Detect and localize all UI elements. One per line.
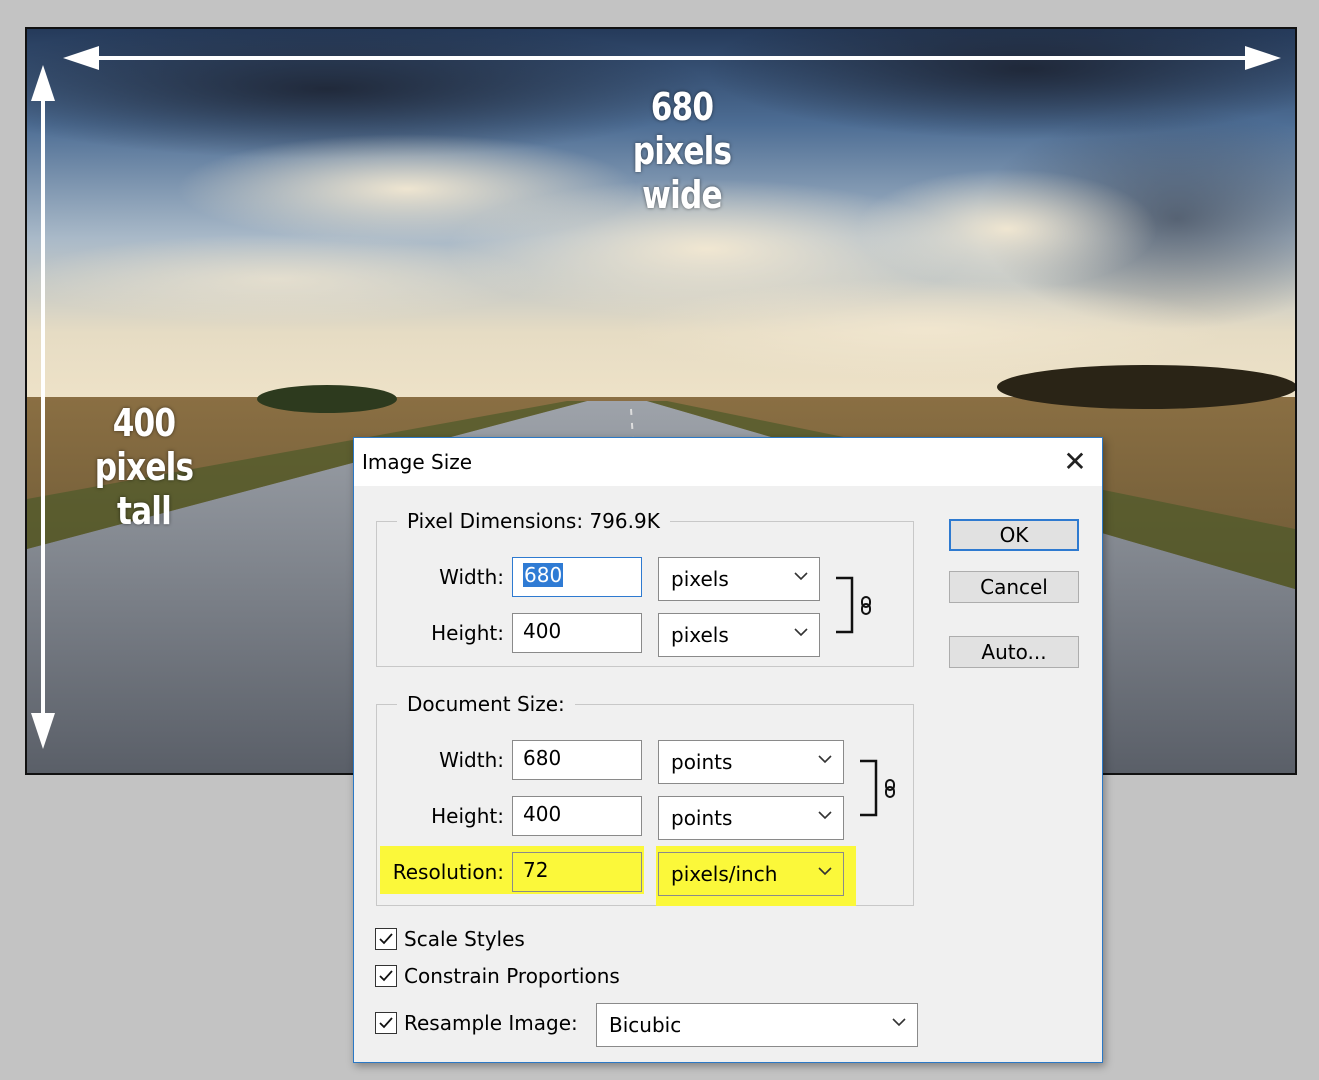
doc-width-unit-select[interactable]: points xyxy=(658,740,844,784)
chevron-down-icon xyxy=(892,1018,906,1027)
constrain-proportions-checkbox[interactable] xyxy=(375,965,397,987)
pixel-width-label: Width: xyxy=(439,565,504,589)
auto-button[interactable]: Auto... xyxy=(949,636,1079,668)
resample-image-label[interactable]: Resample Image: xyxy=(404,1011,578,1035)
pixel-width-unit-value: pixels xyxy=(671,567,729,591)
resample-image-checkbox[interactable] xyxy=(375,1012,397,1034)
width-annotation: 680 pixels wide xyxy=(600,85,764,217)
height-annotation: 400 pixels tall xyxy=(66,401,222,533)
pixel-height-value: 400 xyxy=(523,619,562,643)
width-annotation-line1: 680 pixels xyxy=(632,85,732,173)
checkmark-icon xyxy=(379,970,393,982)
pixel-width-value: 680 xyxy=(523,563,564,587)
resample-method-select[interactable]: Bicubic xyxy=(596,1003,918,1047)
image-size-dialog: Image Size ✕ Pixel Dimensions: 796.9K Wi… xyxy=(353,437,1103,1063)
width-annotation-line2: wide xyxy=(642,173,722,217)
chevron-down-icon xyxy=(818,811,832,820)
resample-method-value: Bicubic xyxy=(609,1013,682,1037)
resolution-unit-select[interactable]: pixels/inch xyxy=(658,852,844,896)
chevron-down-icon xyxy=(794,628,808,637)
doc-width-value: 680 xyxy=(523,746,562,770)
checkmark-icon xyxy=(379,1017,393,1029)
doc-width-input[interactable]: 680 xyxy=(512,740,642,780)
scale-styles-label[interactable]: Scale Styles xyxy=(404,927,525,951)
doc-height-unit-select[interactable]: points xyxy=(658,796,844,840)
doc-width-label: Width: xyxy=(439,748,504,772)
link-chain-icon xyxy=(860,759,895,817)
pixel-height-unit-value: pixels xyxy=(671,623,729,647)
doc-height-unit-value: points xyxy=(671,806,733,830)
resolution-value: 72 xyxy=(523,858,549,882)
doc-height-label: Height: xyxy=(431,804,504,828)
resolution-label: Resolution: xyxy=(392,860,504,884)
doc-height-value: 400 xyxy=(523,802,562,826)
pixel-width-input[interactable]: 680 xyxy=(512,557,642,597)
link-chain-icon xyxy=(836,576,871,634)
ok-button[interactable]: OK xyxy=(949,519,1079,551)
close-icon[interactable]: ✕ xyxy=(1054,442,1096,482)
resolution-input[interactable]: 72 xyxy=(512,852,642,892)
dialog-titlebar: Image Size ✕ xyxy=(354,438,1102,486)
dialog-title: Image Size xyxy=(362,450,473,474)
doc-width-unit-value: points xyxy=(671,750,733,774)
pixel-height-unit-select[interactable]: pixels xyxy=(658,613,820,657)
scale-styles-checkbox[interactable] xyxy=(375,928,397,950)
constrain-proportions-label[interactable]: Constrain Proportions xyxy=(404,964,620,988)
chevron-down-icon xyxy=(794,572,808,581)
chevron-down-icon xyxy=(818,755,832,764)
pixel-height-input[interactable]: 400 xyxy=(512,613,642,653)
pixel-dimensions-legend: Pixel Dimensions: 796.9K xyxy=(397,509,670,533)
pixel-height-label: Height: xyxy=(431,621,504,645)
checkmark-icon xyxy=(379,933,393,945)
chevron-down-icon xyxy=(818,867,832,876)
height-annotation-line2: tall xyxy=(116,489,172,533)
cancel-button[interactable]: Cancel xyxy=(949,571,1079,603)
document-size-legend: Document Size: xyxy=(397,692,575,716)
doc-height-input[interactable]: 400 xyxy=(512,796,642,836)
pixel-width-unit-select[interactable]: pixels xyxy=(658,557,820,601)
height-annotation-line1: 400 pixels xyxy=(94,401,194,489)
resolution-unit-value: pixels/inch xyxy=(671,862,778,886)
